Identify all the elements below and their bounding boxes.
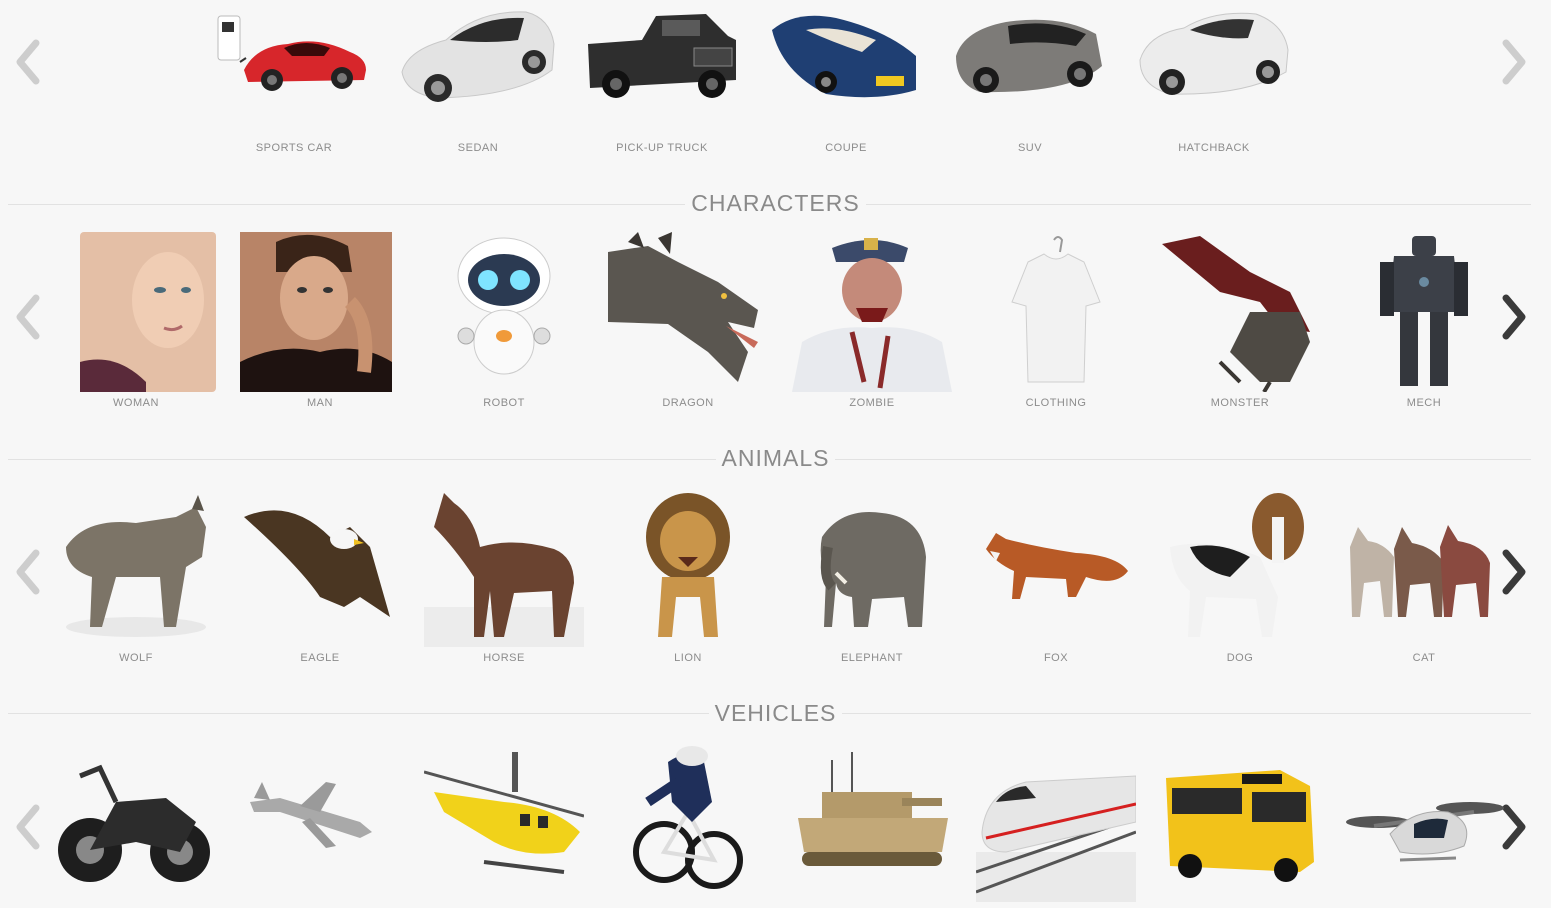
cars-item-label: PICK-UP TRUCK <box>616 142 708 154</box>
airplane-icon <box>240 742 400 902</box>
sports-car-icon <box>214 0 374 110</box>
school-bus-icon <box>1160 742 1320 902</box>
characters-item-label: ROBOT <box>483 397 525 409</box>
dragon-icon <box>608 232 768 392</box>
characters-item-monster[interactable]: MONSTER <box>1160 230 1320 415</box>
animals-item-dog[interactable]: DOG <box>1160 485 1320 670</box>
characters-item-label: MECH <box>1406 397 1442 409</box>
vehicles-section-title: VEHICLES <box>0 700 1551 727</box>
vehicles-item-train[interactable] <box>976 740 1136 902</box>
characters-item-label: DRAGON <box>662 397 714 409</box>
animals-item-label: EAGLE <box>300 652 340 664</box>
cars-item-label: COUPE <box>825 142 867 154</box>
cars-item-label: SPORTS CAR <box>255 142 333 154</box>
cars-item-coupe[interactable]: COUPE <box>766 0 926 160</box>
animals-item-label: HORSE <box>483 652 525 664</box>
vehicles-prev-arrow-icon[interactable] <box>12 802 46 852</box>
tank-icon <box>792 742 952 902</box>
vehicles-item-helicopter[interactable] <box>424 740 584 900</box>
cars-item-sedan[interactable]: SEDAN <box>398 0 558 160</box>
animals-item-fox[interactable]: FOX <box>976 485 1136 670</box>
cat-icon <box>1344 487 1504 647</box>
lion-icon <box>608 487 768 647</box>
winged-monster-icon <box>1160 232 1320 392</box>
sedan-icon <box>398 0 558 110</box>
animals-item-label: ELEPHANT <box>840 652 904 664</box>
fox-icon <box>976 487 1136 647</box>
vehicles-carousel <box>0 740 1551 908</box>
mech-icon <box>1344 232 1504 392</box>
animals-item-cat[interactable]: CAT <box>1344 485 1504 670</box>
animals-item-label: DOG <box>1226 652 1254 664</box>
elephant-icon <box>792 487 952 647</box>
man-icon <box>240 232 400 392</box>
characters-item-label: MAN <box>307 397 333 409</box>
characters-item-dragon[interactable]: DRAGON <box>608 230 768 415</box>
characters-item-mech[interactable]: MECH <box>1344 230 1504 415</box>
cars-prev-arrow-icon[interactable] <box>12 37 46 87</box>
cars-item-sports-car[interactable]: SPORTS CAR <box>214 0 374 160</box>
cars-item-label: SUV <box>1017 142 1043 154</box>
train-icon <box>976 742 1136 902</box>
vehicles-item-flying-taxi[interactable] <box>1344 740 1504 900</box>
woman-icon <box>56 232 216 392</box>
cars-carousel: SPORTS CAR SEDAN PICK-UP TRUCK COUPE SUV… <box>0 0 1551 170</box>
tshirt-icon <box>976 232 1136 392</box>
horse-icon <box>424 487 584 647</box>
characters-carousel: WOMAN MAN ROBOT DRAGON ZOMBIE CLOTHING M… <box>0 230 1551 420</box>
robot-icon <box>424 232 584 392</box>
characters-item-woman[interactable]: WOMAN <box>56 230 216 415</box>
animals-item-label: CAT <box>1412 652 1436 664</box>
pickup-truck-icon <box>582 0 742 110</box>
vehicles-item-tank[interactable] <box>792 740 952 900</box>
animals-item-label: FOX <box>1043 652 1069 664</box>
animals-prev-arrow-icon[interactable] <box>12 547 46 597</box>
cars-next-arrow-icon[interactable] <box>1496 37 1530 87</box>
hatchback-icon <box>1134 0 1294 110</box>
characters-item-clothing[interactable]: CLOTHING <box>976 230 1136 415</box>
characters-item-label: CLOTHING <box>1025 397 1087 409</box>
vehicles-item-motorcycle[interactable] <box>56 740 216 900</box>
characters-item-robot[interactable]: ROBOT <box>424 230 584 415</box>
vehicles-item-cyclist[interactable] <box>608 740 768 900</box>
characters-item-zombie[interactable]: ZOMBIE <box>792 230 952 415</box>
cars-item-label: SEDAN <box>457 142 499 154</box>
cars-item-suv[interactable]: SUV <box>950 0 1110 160</box>
animals-item-wolf[interactable]: WOLF <box>56 485 216 670</box>
zombie-icon <box>792 232 952 392</box>
characters-item-label: WOMAN <box>113 397 159 409</box>
helicopter-icon <box>424 742 584 902</box>
characters-prev-arrow-icon[interactable] <box>12 292 46 342</box>
dog-icon <box>1160 487 1320 647</box>
characters-section-title: CHARACTERS <box>0 190 1551 217</box>
cyclist-icon <box>608 742 768 902</box>
animals-item-elephant[interactable]: ELEPHANT <box>792 485 952 670</box>
cars-item-label: HATCHBACK <box>1178 142 1250 154</box>
vehicles-item-school-bus[interactable] <box>1160 740 1320 900</box>
suv-icon <box>950 0 1110 110</box>
animals-item-eagle[interactable]: EAGLE <box>240 485 400 670</box>
vehicles-item-airplane[interactable] <box>240 740 400 900</box>
wolf-icon <box>56 487 216 647</box>
animals-item-label: LION <box>674 652 702 664</box>
cars-item-hatchback[interactable]: HATCHBACK <box>1134 0 1294 160</box>
motorcycle-icon <box>56 742 216 902</box>
characters-item-man[interactable]: MAN <box>240 230 400 415</box>
animals-item-label: WOLF <box>119 652 153 664</box>
characters-item-label: MONSTER <box>1210 397 1270 409</box>
cars-item-pickup-truck[interactable]: PICK-UP TRUCK <box>582 0 742 160</box>
characters-item-label: ZOMBIE <box>849 397 895 409</box>
animals-section-title: ANIMALS <box>0 445 1551 472</box>
flying-taxi-icon <box>1344 742 1504 902</box>
coupe-icon <box>766 0 926 110</box>
eagle-icon <box>240 487 400 647</box>
animals-item-lion[interactable]: LION <box>608 485 768 670</box>
animals-item-horse[interactable]: HORSE <box>424 485 584 670</box>
animals-carousel: WOLF EAGLE HORSE LION ELEPHANT FOX DOG C… <box>0 485 1551 675</box>
